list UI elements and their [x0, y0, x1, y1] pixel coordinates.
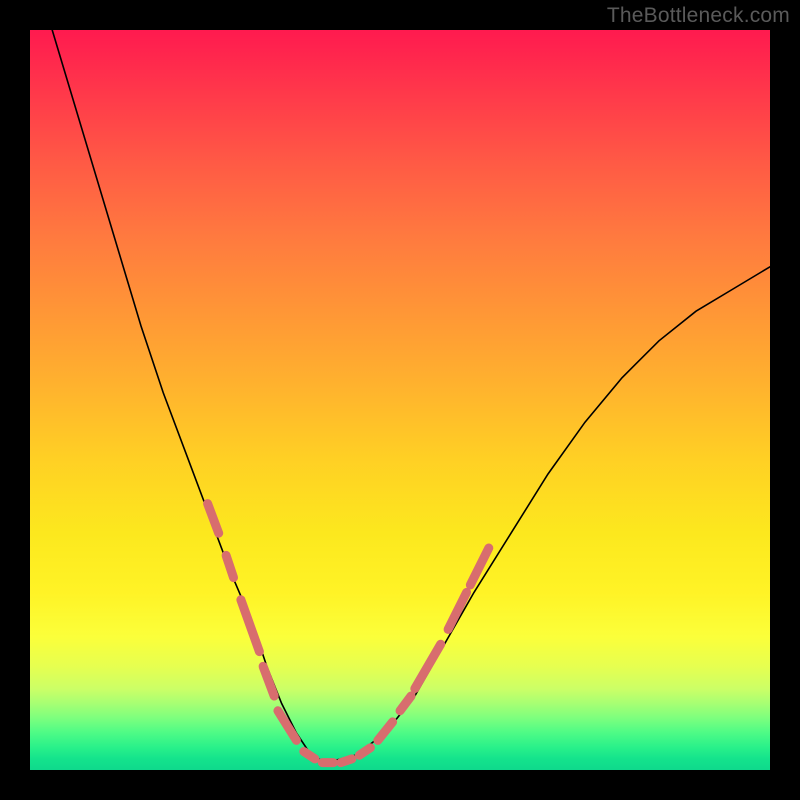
pink-dash-segment [341, 759, 352, 763]
pink-dash-segment [400, 696, 411, 711]
pink-dash-segment [208, 504, 219, 534]
pink-dash-segment [304, 752, 315, 759]
pink-dash-segment [415, 644, 441, 688]
pink-dash-layer [208, 504, 489, 763]
plot-area [30, 30, 770, 770]
pink-dash-segment [378, 722, 393, 741]
pink-dash-segment [226, 555, 233, 577]
chart-frame: TheBottleneck.com [0, 0, 800, 800]
curve-layer [30, 30, 770, 770]
watermark-text: TheBottleneck.com [607, 4, 790, 28]
pink-dash-segment [241, 600, 260, 652]
pink-dash-segment [263, 666, 274, 696]
bottleneck-curve [52, 30, 770, 763]
pink-dash-segment [359, 748, 370, 755]
pink-dash-segment [470, 548, 489, 585]
